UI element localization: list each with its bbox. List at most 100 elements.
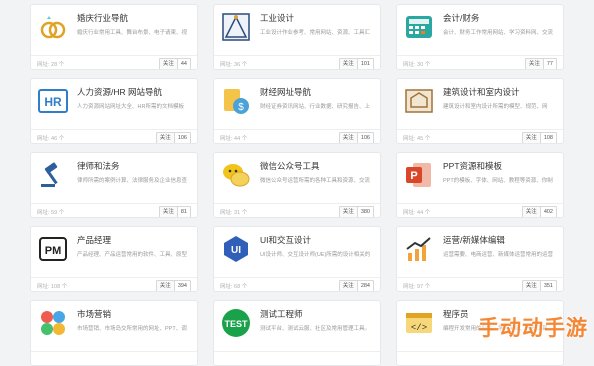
follow-count: 44 xyxy=(180,61,187,67)
category-card[interactable]: PM 产品经理 产品经理、产品运营常用的软件、工具、原型 网址: 108 个 关注 394 xyxy=(30,226,198,292)
category-card[interactable]: 建筑设计和室内设计建筑设计和室内设计所需的模型、规范、网网址: 45 个 关注 10… xyxy=(396,78,564,144)
link-count: 网址: 108 个 xyxy=(37,284,68,290)
follow-label: 关注 xyxy=(522,281,541,291)
follow-button[interactable]: 关注 402 xyxy=(521,206,557,217)
card-description: 市场营销、市场岛交所常用的网址、PPT、调 xyxy=(77,326,187,332)
svg-text:UI: UI xyxy=(231,245,241,256)
follow-button[interactable]: 关注 101 xyxy=(338,58,374,69)
category-card[interactable]: 运营/新媒体编辑运营需要、电商运营、新媒体运营常用的运营网址: 97 个 关注 35… xyxy=(396,226,564,292)
link-count: 网址: 46 个 xyxy=(37,136,65,142)
card-title[interactable]: PPT资源和模板 xyxy=(443,161,557,172)
svg-text:$: $ xyxy=(238,102,244,113)
blueprint-icon xyxy=(403,85,435,117)
chart-up-icon xyxy=(403,233,435,265)
card-title[interactable]: 律师和法务 xyxy=(77,161,191,172)
card-description: 产品经理、产品运营常用的软件、工具、原型 xyxy=(77,252,188,258)
follow-count: 106 xyxy=(177,135,187,141)
ppt-icon: P xyxy=(403,159,435,191)
card-title[interactable]: 婚庆行业导航 xyxy=(77,13,191,24)
card-description: UI设计师、交互设计师(UE)所需的设计相关的 xyxy=(260,252,371,258)
svg-text:HR: HR xyxy=(44,95,62,109)
code-icon: </> xyxy=(403,307,435,339)
card-title[interactable]: 财经网址导航 xyxy=(260,87,374,98)
category-card[interactable]: TEST 测试工程师 测试平台、测试云服、社区及常用管理工具。 xyxy=(213,300,381,366)
svg-text:</>: </> xyxy=(411,323,427,333)
follow-button[interactable]: 关注 44 xyxy=(158,58,191,69)
follow-label: 关注 xyxy=(159,59,178,69)
svg-text:P: P xyxy=(410,170,417,182)
follow-label: 关注 xyxy=(339,133,358,143)
category-card[interactable]: 微信公众号工具 微信公众号运营所需的各种工具和资源、交流 网址: 31 个 关注 380 xyxy=(213,152,381,218)
rings-icon xyxy=(37,11,69,43)
follow-button[interactable]: 关注 284 xyxy=(338,280,374,291)
follow-count: 77 xyxy=(546,61,553,67)
category-card[interactable]: UI UI和交互设计 UI设计师、交互设计师(UE)所需的设计相关的网址: 68 个… xyxy=(213,226,381,292)
card-title[interactable]: 测试工程师 xyxy=(260,309,374,320)
follow-label: 关注 xyxy=(522,133,541,143)
drafting-icon xyxy=(220,11,252,43)
card-title[interactable]: 市场营销 xyxy=(77,309,191,320)
follow-button[interactable]: 关注 380 xyxy=(338,206,374,217)
svg-text:TEST: TEST xyxy=(224,319,248,329)
card-title[interactable]: 微信公众号工具 xyxy=(260,161,374,172)
category-card[interactable]: 律师和法务 律师所需的案例计算、法律服务及企业信息查 网址: 59 个 关注 81 xyxy=(30,152,198,218)
follow-label: 关注 xyxy=(339,207,358,217)
card-title[interactable]: 人力资源/HR 网站导航 xyxy=(77,87,191,98)
gavel-icon xyxy=(37,159,69,191)
category-card[interactable]: 工业设计 工业设计作业参考、常用网站、资源、工具汇 网址: 36 个 关注 101 xyxy=(213,4,381,70)
link-count: 网址: 68 个 xyxy=(220,284,248,290)
follow-count: 81 xyxy=(180,209,187,215)
site-watermark: 手动动手游 xyxy=(478,317,588,340)
category-card[interactable]: 市场营销市场营销、市场岛交所常用的网址、PPT、调 xyxy=(30,300,198,366)
card-description: PPT的模板、字体、网站、教程等资源、你制 xyxy=(443,178,553,184)
wechat-icon xyxy=(220,159,252,191)
category-card[interactable]: $ 财经网址导航 财经证券资讯网站、行业数据、研究报告、上 网址: 44 个 关注 106 xyxy=(213,78,381,144)
follow-button[interactable]: 关注 108 xyxy=(521,132,557,143)
follow-label: 关注 xyxy=(522,207,541,217)
card-description: 运营需要、电商运营、新媒体运营常用的运营 xyxy=(443,252,554,258)
follow-button[interactable]: 关注 106 xyxy=(155,132,191,143)
follow-button[interactable]: 关注 394 xyxy=(155,280,191,291)
category-card[interactable]: 婚庆行业导航婚庆行业常用工具、舞台布景、电子请柬、视网址: 28 个 关注 44 xyxy=(30,4,198,70)
card-title[interactable]: 运营/新媒体编辑 xyxy=(443,235,557,246)
link-count: 网址: 30 个 xyxy=(403,62,431,68)
link-count: 网址: 45 个 xyxy=(403,136,431,142)
test-icon: TEST xyxy=(220,307,252,339)
follow-label: 关注 xyxy=(339,281,358,291)
card-title[interactable]: 工业设计 xyxy=(260,13,374,24)
ui-icon: UI xyxy=(220,233,252,265)
follow-button[interactable]: 关注 81 xyxy=(158,206,191,217)
card-title[interactable]: 建筑设计和室内设计 xyxy=(443,87,557,98)
finance-icon: $ xyxy=(220,85,252,117)
link-count: 网址: 44 个 xyxy=(403,210,431,216)
follow-count: 108 xyxy=(543,135,553,141)
link-count: 网址: 28 个 xyxy=(37,62,65,68)
follow-label: 关注 xyxy=(525,59,544,69)
category-card[interactable]: HR 人力资源/HR 网站导航人力资源网站网址大全、HR所需的文档模板网址: 46… xyxy=(30,78,198,144)
card-description: 微信公众号运营所需的各种工具和资源、交流 xyxy=(260,178,371,184)
link-count: 网址: 97 个 xyxy=(403,284,431,290)
follow-count: 380 xyxy=(360,209,370,215)
card-description: 会计、财务工作常用网站、学习资料网、交流 xyxy=(443,30,554,36)
follow-label: 关注 xyxy=(156,281,175,291)
follow-count: 284 xyxy=(360,283,370,289)
card-description: 人力资源网站网址大全、HR所需的文档模板 xyxy=(77,104,184,110)
hr-icon: HR xyxy=(37,85,69,117)
follow-button[interactable]: 关注 351 xyxy=(521,280,557,291)
follow-label: 关注 xyxy=(339,59,358,69)
category-card[interactable]: P PPT资源和模板 PPT的模板、字体、网站、教程等资源、你制网址: 44 个 关注… xyxy=(396,152,564,218)
follow-count: 106 xyxy=(360,135,370,141)
category-card[interactable]: 会计/财务会计、财务工作常用网站、学习资料网、交流网址: 30 个 关注 77 xyxy=(396,4,564,70)
follow-label: 关注 xyxy=(156,133,175,143)
follow-count: 101 xyxy=(360,61,370,67)
card-description: 婚庆行业常用工具、舞台布景、电子请柬、视 xyxy=(77,30,188,36)
follow-button[interactable]: 关注 106 xyxy=(338,132,374,143)
card-title[interactable]: 产品经理 xyxy=(77,235,191,246)
follow-button[interactable]: 关注 77 xyxy=(524,58,557,69)
card-description: 建筑设计和室内设计所需的模型、规范、网 xyxy=(443,104,548,110)
card-description: 财经证券资讯网站、行业数据、研究报告、上 xyxy=(260,104,371,110)
link-count: 网址: 36 个 xyxy=(220,62,248,68)
card-title[interactable]: UI和交互设计 xyxy=(260,235,374,246)
card-title[interactable]: 会计/财务 xyxy=(443,13,557,24)
follow-label: 关注 xyxy=(159,207,178,217)
